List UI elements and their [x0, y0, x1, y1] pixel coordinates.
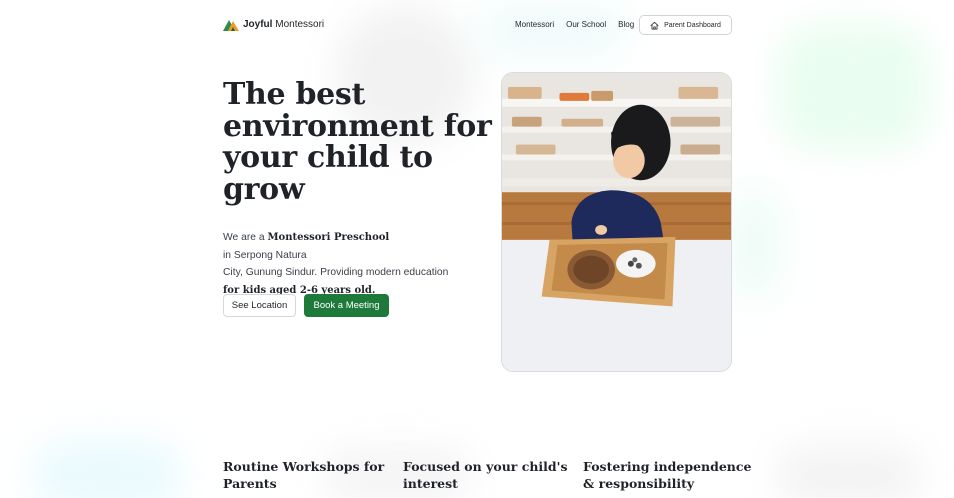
see-location-button[interactable]: See Location [223, 294, 296, 317]
hero-description: We are a Montessori Preschool in Serpong… [223, 229, 463, 299]
feature-line: Focused on your child's [403, 459, 568, 474]
site-logo[interactable]: Joyful Montessori [223, 17, 324, 31]
nav-link-our-school[interactable]: Our School [566, 20, 606, 29]
parent-dashboard-button[interactable]: Parent Dashboard [639, 15, 732, 35]
feature-heading-independence: Fostering independence & responsibility [583, 459, 752, 492]
home-icon [650, 21, 659, 30]
feature-line: Routine Workshops for [223, 459, 385, 474]
hero-title-line: The best [223, 77, 366, 112]
decorative-blob [478, 0, 628, 60]
feature-line: Parents [223, 475, 277, 491]
feature-heading-interest: Focused on your child's interest [403, 459, 568, 492]
hero-title-line: environment for [223, 108, 492, 144]
dashboard-label: Parent Dashboard [664, 21, 721, 29]
decorative-blob [776, 446, 921, 498]
nav-link-montessori[interactable]: Montessori [515, 20, 554, 29]
desc-text: City, Gunung Sindur. Providing modern ed… [223, 267, 449, 278]
main-nav: Montessori Our School Blog [515, 20, 634, 29]
decorative-blob [32, 440, 182, 498]
desc-text: in Serpong Natura [223, 249, 307, 261]
feature-line: & responsibility [583, 475, 695, 491]
mountain-logo-icon [223, 20, 239, 31]
nav-link-blog[interactable]: Blog [618, 20, 634, 29]
child-with-tray-image [502, 73, 731, 371]
feature-line: interest [403, 475, 458, 491]
desc-text: We are a [223, 232, 265, 243]
feature-heading-workshops: Routine Workshops for Parents [223, 459, 385, 492]
desc-bold: Montessori Preschool [267, 232, 390, 243]
hero-title: The best environment for your child to g… [223, 79, 493, 205]
decorative-blob [778, 25, 928, 150]
book-meeting-button[interactable]: Book a Meeting [304, 294, 389, 317]
feature-line: Fostering independence [583, 459, 752, 474]
logo-text: Joyful Montessori [243, 18, 325, 30]
hero-title-line: your child to [223, 140, 433, 175]
hero-title-line: grow [223, 171, 305, 207]
decorative-blob [730, 190, 780, 300]
hero-photo [501, 72, 732, 372]
